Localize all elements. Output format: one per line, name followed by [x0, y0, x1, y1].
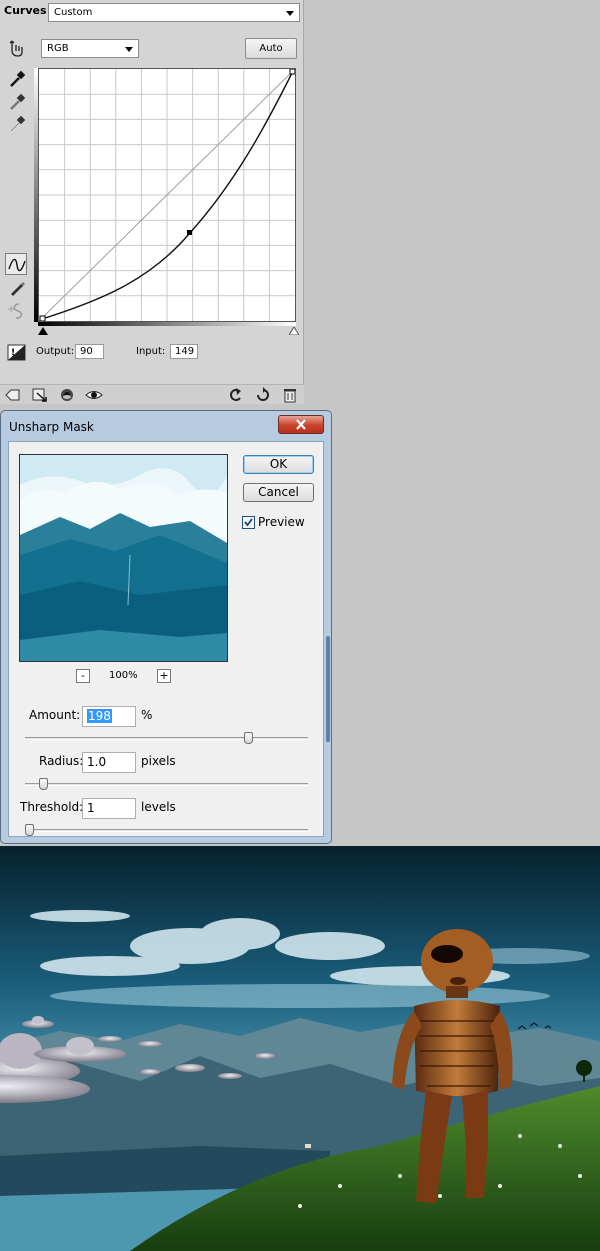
curve-black-point[interactable] [39, 315, 46, 322]
radius-label: Radius: [39, 754, 84, 768]
threshold-slider-thumb[interactable] [25, 824, 34, 836]
amount-value: 198 [87, 709, 112, 723]
black-slider-triangle-icon[interactable] [38, 327, 48, 335]
scene-artwork [0, 846, 600, 1251]
input-field[interactable]: 149 [170, 344, 198, 359]
clipping-warning-icon[interactable]: ! [6, 342, 28, 364]
svg-text:!: ! [11, 348, 15, 358]
output-label: Output: [36, 346, 75, 357]
threshold-slider-track[interactable] [25, 829, 308, 832]
black-point-eyedropper-icon[interactable] [6, 68, 28, 90]
amount-slider-thumb[interactable] [244, 732, 254, 744]
mountain-preview [20, 455, 227, 661]
dialog-title: Unsharp Mask [9, 420, 94, 434]
curve-point-icon[interactable] [5, 253, 27, 275]
zoom-level: 100% [109, 670, 138, 681]
checkmark-icon [244, 518, 253, 527]
smooth-icon[interactable]: + [5, 300, 27, 322]
amount-unit: % [141, 708, 153, 722]
dialog-body: - 100% + OK Cancel Preview Amount: 198 %… [8, 441, 324, 837]
close-button[interactable] [278, 415, 324, 434]
output-field[interactable]: 90 [75, 344, 104, 359]
curves-grid [38, 68, 296, 322]
curves-footer-bar [0, 384, 304, 404]
reset-icon[interactable] [227, 387, 245, 403]
gray-point-eyedropper-icon[interactable] [6, 91, 28, 113]
ok-button[interactable]: OK [243, 455, 314, 474]
white-slider-triangle-icon[interactable] [289, 327, 299, 335]
radius-unit: pixels [141, 754, 176, 768]
visibility-eye-icon[interactable] [58, 387, 76, 403]
curves-panel: Curves Custom RGB Auto + ! Output: 90 In… [0, 0, 304, 404]
radius-slider-thumb[interactable] [38, 778, 48, 790]
curve-white-point[interactable] [289, 68, 296, 75]
amount-label: Amount: [29, 708, 81, 722]
chevron-down-icon [286, 11, 294, 16]
threshold-unit: levels [141, 800, 176, 814]
white-point-eyedropper-icon[interactable] [6, 113, 28, 135]
zoom-in-button[interactable]: + [157, 669, 171, 683]
pencil-icon[interactable] [6, 277, 28, 299]
trash-icon[interactable] [282, 387, 298, 403]
refresh-icon[interactable] [254, 387, 272, 403]
hand-adjust-icon[interactable] [4, 37, 26, 59]
curve-control-point[interactable] [187, 230, 192, 235]
cancel-button[interactable]: Cancel [243, 483, 314, 502]
preset-value: Custom [54, 7, 93, 18]
preset-dropdown[interactable]: Custom [48, 3, 300, 22]
input-gradient-bar [38, 322, 296, 326]
radius-field[interactable]: 1.0 [82, 752, 136, 773]
channel-value: RGB [47, 43, 69, 54]
zoom-out-button[interactable]: - [76, 669, 90, 683]
chevron-down-icon [125, 47, 133, 52]
alien-landscape-image [0, 846, 600, 1251]
preview-image[interactable] [19, 454, 228, 662]
dialog-titlebar[interactable]: Unsharp Mask [1, 411, 331, 441]
close-icon [296, 419, 306, 430]
curves-title: Curves [4, 4, 47, 17]
output-gradient-bar [34, 68, 38, 322]
back-arrow-icon[interactable] [4, 387, 22, 403]
channel-dropdown[interactable]: RGB [41, 39, 139, 58]
threshold-label: Threshold: [20, 800, 84, 814]
auto-button[interactable]: Auto [245, 38, 297, 59]
preview-eye-icon[interactable] [85, 388, 103, 402]
radius-slider-track[interactable] [25, 783, 308, 786]
amount-field[interactable]: 198 [82, 706, 136, 727]
clip-to-layer-icon[interactable] [31, 387, 49, 403]
input-label: Input: [136, 346, 166, 357]
dialog-resize-edge [326, 636, 330, 742]
preview-checkbox[interactable] [242, 516, 255, 529]
amount-slider-track[interactable] [25, 737, 308, 740]
threshold-field[interactable]: 1 [82, 798, 136, 819]
preview-label: Preview [258, 515, 305, 529]
curves-graph[interactable] [38, 68, 296, 322]
unsharp-mask-dialog: Unsharp Mask - 100% + OK Cancel Preview … [0, 410, 332, 844]
